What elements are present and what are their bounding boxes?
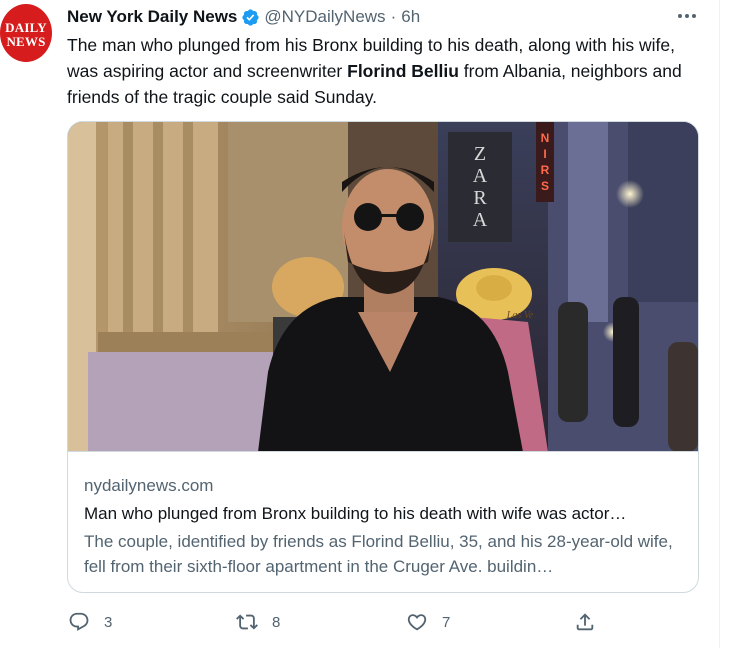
street-building (568, 122, 608, 322)
retweet-button[interactable]: 8 (236, 609, 280, 635)
card-photo: Z A R A N I R S Las Ve (68, 122, 698, 451)
retweet-icon (236, 614, 258, 630)
more-dot (678, 14, 682, 18)
neon-letter: N (541, 131, 550, 145)
more-dot (692, 14, 696, 18)
like-button[interactable]: 7 (406, 609, 450, 635)
tweet-timestamp[interactable]: 6h (401, 7, 420, 27)
neon-letter: R (541, 163, 550, 177)
sunglasses-bridge (380, 214, 398, 217)
avatar[interactable]: DAILY NEWS (0, 4, 52, 62)
sunglasses-lens (396, 203, 424, 231)
timeline-border (719, 0, 720, 648)
more-dot (685, 14, 689, 18)
reply-button[interactable]: 3 (68, 609, 112, 635)
neon-letter: S (541, 179, 549, 193)
card-title: Man who plunged from Bronx building to h… (84, 504, 627, 523)
background-person (558, 302, 588, 422)
hat-text: Las Ve (506, 310, 534, 321)
card-domain: nydailynews.com (84, 476, 214, 495)
card-image[interactable]: Z A R A N I R S Las Ve (68, 122, 698, 452)
like-icon (407, 614, 427, 631)
link-card[interactable]: Z A R A N I R S Las Ve nydailynews.com M… (67, 121, 699, 593)
more-icon[interactable] (676, 6, 698, 26)
tweet-header: New York Daily News @NYDailyNews · 6h (67, 6, 420, 28)
street-building-2 (628, 122, 698, 302)
author-name[interactable]: New York Daily News (67, 7, 237, 27)
column-groove (153, 122, 163, 342)
street-light (616, 180, 644, 208)
tweet-actions: 3 8 7 (0, 609, 741, 635)
reply-icon (69, 612, 89, 631)
background-person (668, 342, 698, 451)
avatar-logo-line-2: NEWS (6, 34, 46, 49)
share-icon (576, 613, 594, 631)
column-groove (183, 122, 193, 342)
tweet-text: The man who plunged from his Bronx build… (67, 32, 707, 110)
share-button[interactable] (574, 609, 596, 635)
zara-letter: R (473, 187, 487, 209)
neon-letter: I (543, 147, 546, 161)
sunglasses-lens (354, 203, 382, 231)
retweet-count: 8 (272, 613, 281, 631)
card-description: The couple, identified by friends as Flo… (84, 532, 673, 576)
tweet-text-bold-name: Florind Belliu (347, 61, 459, 81)
header-separator: · (390, 7, 397, 26)
zara-letter: A (473, 209, 488, 231)
column-base (98, 332, 278, 352)
straw-hat-crown (476, 275, 512, 301)
column-groove (123, 122, 133, 342)
author-handle[interactable]: @NYDailyNews (264, 7, 385, 27)
reply-count: 3 (104, 613, 113, 631)
zara-letter: Z (474, 143, 486, 165)
background-person (613, 297, 639, 427)
verified-badge-icon (241, 8, 260, 27)
zara-letter: A (473, 165, 488, 187)
like-count: 7 (442, 613, 451, 631)
